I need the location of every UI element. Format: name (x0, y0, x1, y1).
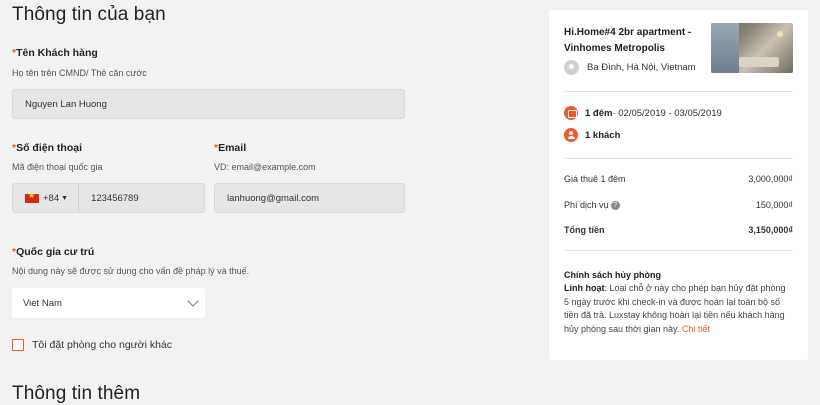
country-select-value: Viet Nam (23, 297, 62, 309)
country-select[interactable]: Viet Nam (12, 288, 205, 318)
chevron-down-icon (187, 295, 199, 307)
country-hint: Nội dung này sẽ được sử dụng cho vấn đề … (12, 266, 250, 276)
price-row-service-fee: Phí dịch vụ? 150,000₫ (564, 200, 793, 211)
section-title: Thông tin của bạn (12, 4, 166, 25)
name-field[interactable]: Nguyen Lan Huong (12, 89, 405, 119)
cancellation-policy-text: Linh hoạt: Loại chỗ ở này cho phép bạn h… (564, 283, 786, 334)
nights-count: 1 đêm (585, 107, 613, 119)
country-code-value: +84 (43, 192, 60, 204)
divider (564, 250, 793, 251)
booking-for-other-row[interactable]: Tôi đặt phòng cho người khác (12, 339, 172, 351)
location-text: Ba Đình, Hà Nội, Vietnam (587, 62, 696, 73)
listing-title[interactable]: Hi.Home#4 2br apartment - Vinhomes Metro… (564, 25, 704, 57)
policy-details-link[interactable]: Chi tiết (682, 324, 710, 334)
caret-down-icon: ▼ (61, 194, 69, 202)
name-hint: Họ tên trên CMND/ Thẻ căn cước (12, 68, 147, 78)
booking-summary-card: Hi.Home#4 2br apartment - Vinhomes Metro… (549, 10, 808, 360)
phone-label: *Số điện thoại (12, 142, 83, 154)
calendar-icon (564, 106, 578, 120)
guest-icon (564, 128, 578, 142)
location-pin-icon (564, 60, 579, 75)
email-label: *Email (214, 142, 247, 154)
booking-for-other-label: Tôi đặt phòng cho người khác (32, 339, 173, 351)
help-icon[interactable]: ? (610, 201, 620, 211)
divider (564, 91, 793, 92)
country-label: *Quốc gia cư trú (12, 246, 95, 258)
listing-thumbnail[interactable] (711, 23, 793, 73)
divider (564, 158, 793, 159)
email-field[interactable]: lanhuong@gmail.com (214, 183, 405, 213)
price-row-total: Tổng tiền 3,150,000₫ (564, 225, 793, 235)
phone-field[interactable]: +84 ▼ 123456789 (12, 183, 205, 213)
booking-for-other-checkbox[interactable] (12, 339, 24, 351)
cancellation-policy-title: Chính sách hủy phòng (564, 270, 661, 280)
country-code-select[interactable]: +84 ▼ (25, 184, 80, 212)
email-hint: VD: email@example.com (214, 162, 316, 172)
date-range: · 02/05/2019 - 03/05/2019 (612, 107, 722, 119)
dates-row: 1 đêm · 02/05/2019 - 03/05/2019 (564, 106, 722, 120)
location-row: Ba Đình, Hà Nội, Vietnam (564, 60, 696, 75)
guests-row: 1 khách (564, 128, 620, 142)
name-label: *Tên Khách hàng (12, 47, 98, 59)
vietnam-flag-icon (25, 191, 39, 203)
more-info-title: Thông tin thêm (12, 383, 141, 404)
guest-count: 1 khách (585, 129, 621, 141)
price-row-nightly: Giá thuê 1 đêm 3,000,000₫ (564, 174, 793, 184)
phone-hint: Mã điện thoại quốc gia (12, 162, 103, 172)
phone-number-value: 123456789 (91, 192, 139, 204)
